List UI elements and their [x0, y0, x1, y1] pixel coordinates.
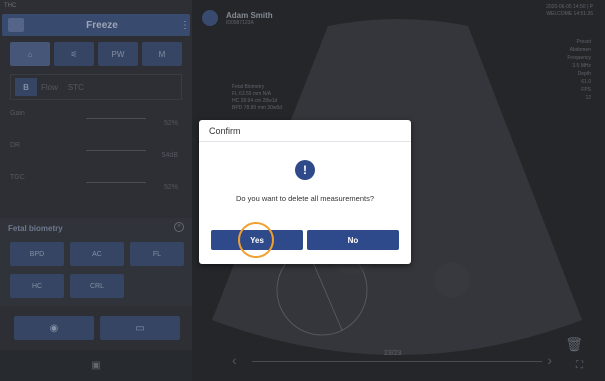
- dialog-message: Do you want to delete all measurements?: [236, 194, 374, 203]
- no-button[interactable]: No: [307, 230, 399, 250]
- info-icon: !: [295, 160, 315, 180]
- dialog-title: Confirm: [199, 120, 411, 142]
- confirm-dialog: Confirm ! Do you want to delete all meas…: [199, 120, 411, 264]
- highlight-ring: [238, 222, 274, 258]
